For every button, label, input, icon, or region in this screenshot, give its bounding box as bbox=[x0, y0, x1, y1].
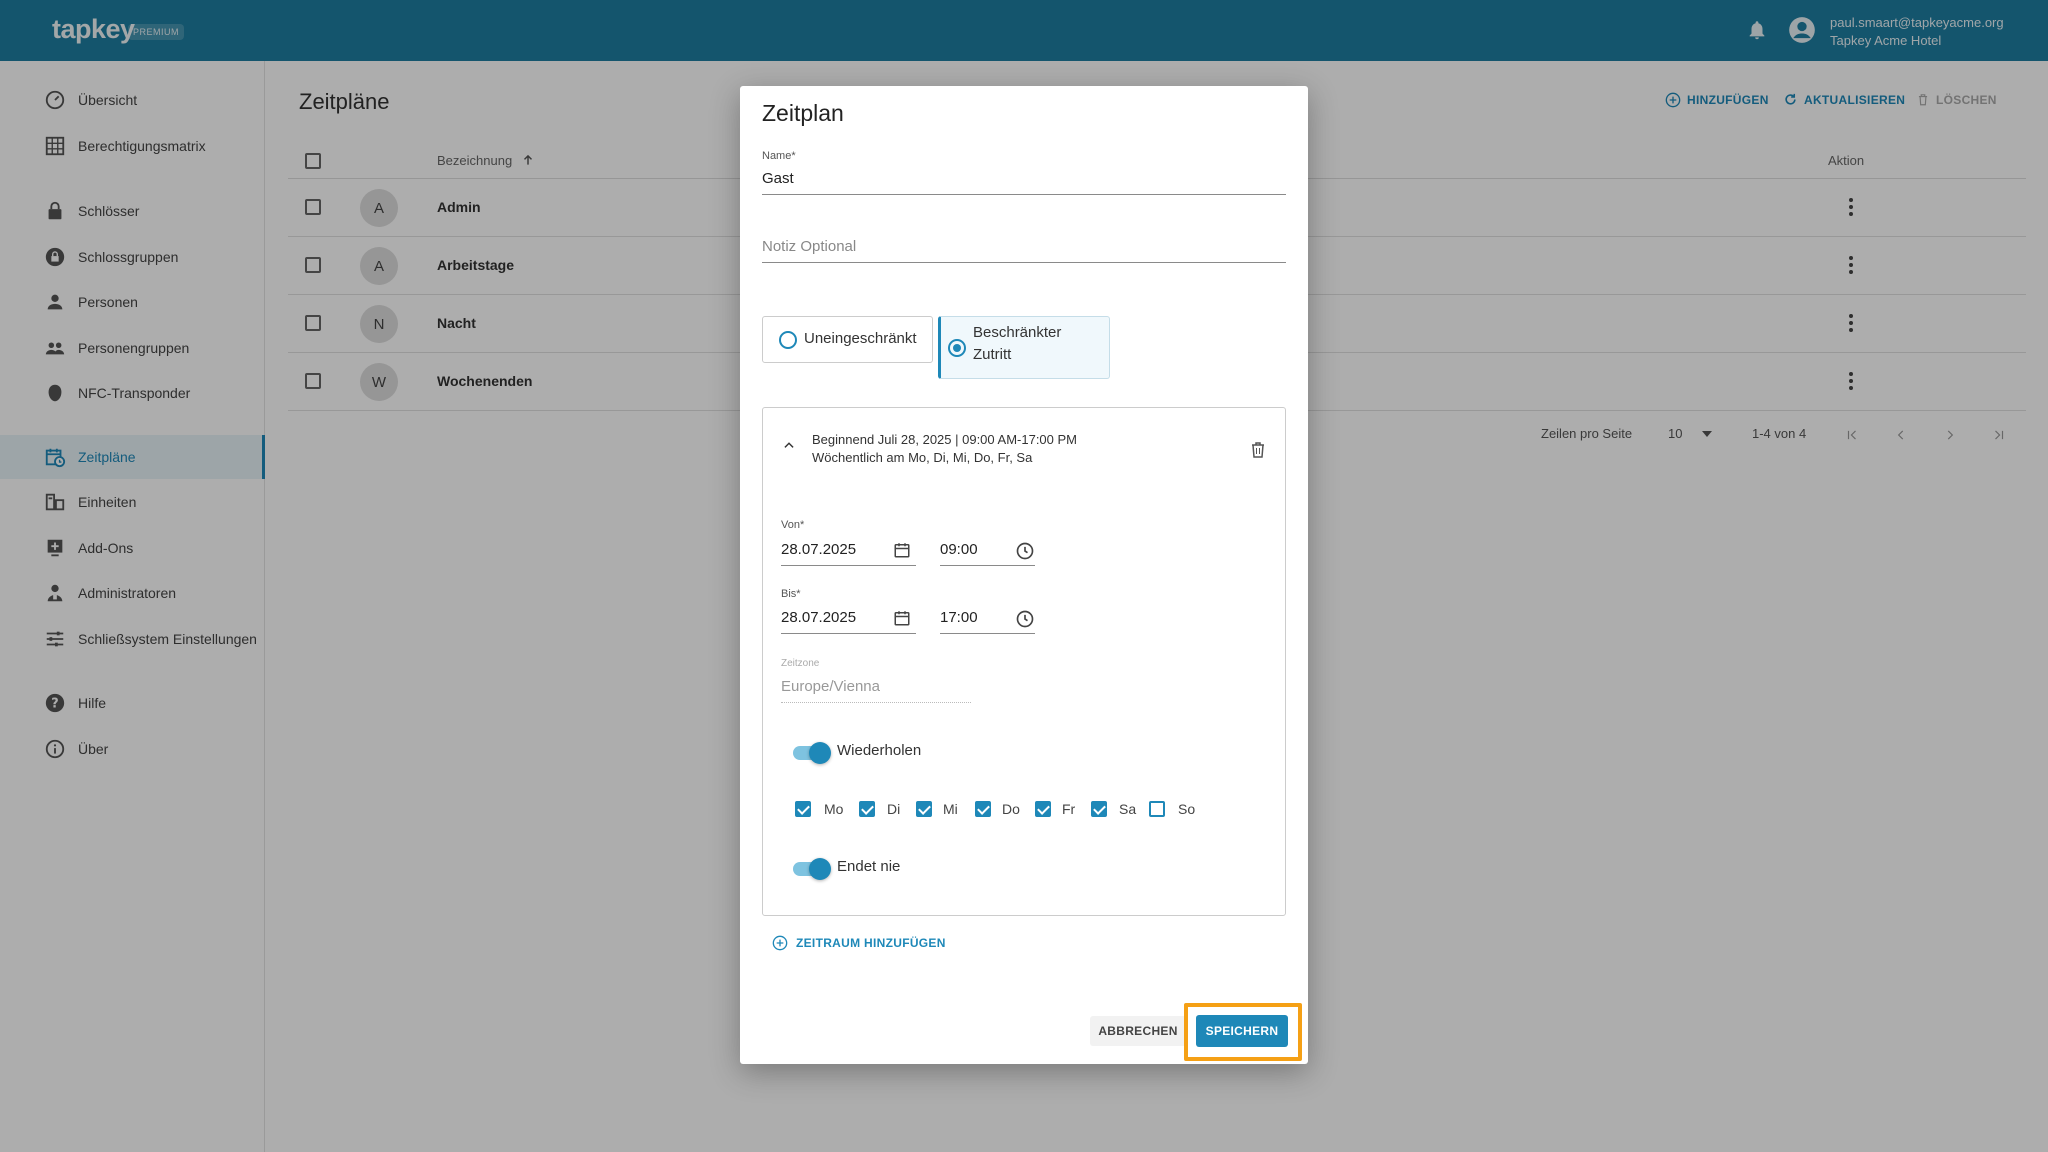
name-field[interactable]: Gast bbox=[762, 170, 794, 187]
timezone-label: Zeitzone bbox=[781, 658, 820, 669]
from-time-field[interactable]: 09:00 bbox=[940, 541, 978, 558]
repeat-toggle[interactable] bbox=[793, 742, 831, 764]
day-label-do: Do bbox=[1002, 801, 1020, 817]
note-field-underline bbox=[762, 262, 1286, 263]
restricted-access-option[interactable]: Beschränkter Zutritt bbox=[938, 316, 1110, 379]
restricted-access-label-line2: Zutritt bbox=[973, 346, 1012, 363]
from-date-underline bbox=[781, 565, 916, 566]
day-checkbox-sa[interactable] bbox=[1091, 801, 1107, 817]
chevron-up-icon[interactable] bbox=[782, 438, 796, 452]
save-button[interactable]: SPEICHERN bbox=[1196, 1015, 1288, 1047]
cancel-button[interactable]: ABBRECHEN bbox=[1090, 1016, 1186, 1046]
period-summary-start: Beginnend Juli 28, 2025 | 09:00 AM-17:00… bbox=[812, 432, 1078, 447]
add-period-label: ZEITRAUM HINZUFÜGEN bbox=[796, 936, 946, 950]
schedule-dialog: Zeitplan Name* Gast Notiz Optional Unein… bbox=[740, 86, 1308, 1064]
unrestricted-label: Uneingeschränkt bbox=[804, 330, 917, 347]
add-circle-icon bbox=[772, 935, 788, 951]
repeat-label: Wiederholen bbox=[837, 742, 922, 759]
to-date-underline bbox=[781, 633, 916, 634]
day-label-mi: Mi bbox=[943, 801, 958, 817]
clock-icon[interactable] bbox=[1015, 541, 1035, 561]
period-summary-recurrence: Wöchentlich am Mo, Di, Mi, Do, Fr, Sa bbox=[812, 450, 1033, 465]
unrestricted-option[interactable]: Uneingeschränkt bbox=[762, 316, 933, 363]
from-time-underline bbox=[940, 565, 1035, 566]
day-checkbox-di[interactable] bbox=[859, 801, 875, 817]
from-label: Von* bbox=[781, 519, 805, 531]
time-period-panel: Beginnend Juli 28, 2025 | 09:00 AM-17:00… bbox=[762, 407, 1286, 916]
day-label-di: Di bbox=[887, 801, 901, 817]
ends-never-toggle[interactable] bbox=[793, 858, 831, 880]
add-period-button[interactable]: ZEITRAUM HINZUFÜGEN bbox=[772, 935, 946, 951]
day-label-fr: Fr bbox=[1062, 801, 1076, 817]
name-field-label: Name* bbox=[762, 150, 796, 162]
calendar-icon[interactable] bbox=[893, 541, 911, 559]
name-field-underline bbox=[762, 194, 1286, 195]
ends-never-label: Endet nie bbox=[837, 858, 901, 875]
to-time-field[interactable]: 17:00 bbox=[940, 609, 978, 626]
restricted-access-radio[interactable] bbox=[948, 339, 966, 357]
day-checkbox-do[interactable] bbox=[975, 801, 991, 817]
day-label-sa: Sa bbox=[1119, 801, 1137, 817]
trash-icon[interactable] bbox=[1251, 442, 1265, 458]
to-time-underline bbox=[940, 633, 1035, 634]
to-date-field[interactable]: 28.07.2025 bbox=[781, 609, 856, 626]
from-date-field[interactable]: 28.07.2025 bbox=[781, 541, 856, 558]
note-field[interactable]: Notiz Optional bbox=[762, 238, 856, 255]
calendar-icon[interactable] bbox=[893, 609, 911, 627]
unrestricted-radio[interactable] bbox=[779, 331, 797, 349]
day-label-so: So bbox=[1178, 801, 1196, 817]
dialog-title: Zeitplan bbox=[762, 100, 844, 126]
timezone-underline bbox=[781, 702, 971, 703]
day-label-mo: Mo bbox=[824, 801, 844, 817]
day-checkbox-mo[interactable] bbox=[795, 801, 811, 817]
day-checkbox-so[interactable] bbox=[1149, 801, 1165, 817]
to-label: Bis* bbox=[781, 588, 801, 600]
day-checkbox-mi[interactable] bbox=[916, 801, 932, 817]
day-checkbox-fr[interactable] bbox=[1035, 801, 1051, 817]
timezone-field: Europe/Vienna bbox=[781, 678, 880, 695]
clock-icon[interactable] bbox=[1015, 609, 1035, 629]
restricted-access-label-line1: Beschränkter bbox=[973, 324, 1062, 341]
